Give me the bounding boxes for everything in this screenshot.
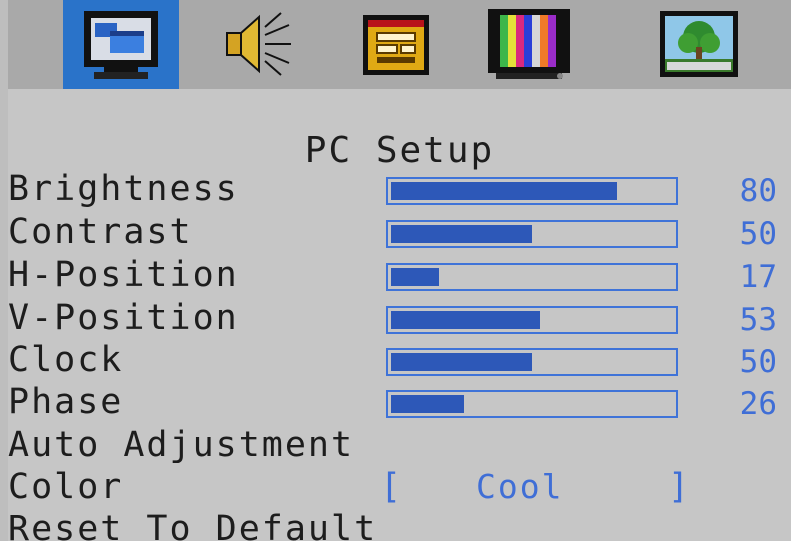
phase-value: 26 <box>739 386 777 422</box>
brightness-label[interactable]: Brightness <box>8 169 239 209</box>
phase-slider[interactable] <box>386 390 678 418</box>
contrast-slider-fill <box>391 225 532 243</box>
pc-setup-panel: PC Setup Brightness 80 Contrast 50 H-Pos… <box>8 89 791 541</box>
color-value[interactable]: Cool <box>476 467 563 507</box>
h-position-slider-fill <box>391 268 439 286</box>
phase-slider-fill <box>391 395 464 413</box>
v-position-slider[interactable] <box>386 306 678 334</box>
reset-to-default-item[interactable]: Reset To Default <box>8 509 377 541</box>
h-position-slider[interactable] <box>386 263 678 291</box>
page-title: PC Setup <box>304 130 495 171</box>
clock-value: 50 <box>739 344 777 380</box>
v-position-slider-fill <box>391 311 540 329</box>
contrast-value: 50 <box>739 216 777 252</box>
tab-audio[interactable] <box>198 0 314 89</box>
h-position-label[interactable]: H-Position <box>8 255 239 295</box>
brightness-value: 80 <box>739 173 777 209</box>
tab-osd-settings[interactable] <box>338 0 454 89</box>
settings-panel-icon <box>363 14 429 75</box>
osd-menu: PC Setup Brightness 80 Contrast 50 H-Pos… <box>0 0 791 541</box>
clock-label[interactable]: Clock <box>8 340 123 380</box>
speaker-icon <box>226 11 291 76</box>
color-bracket-close: ] <box>668 467 690 507</box>
h-position-value: 17 <box>739 259 777 295</box>
brightness-slider-fill <box>391 182 617 200</box>
tab-color[interactable] <box>471 0 587 89</box>
phase-label[interactable]: Phase <box>8 382 123 422</box>
clock-slider-fill <box>391 353 532 371</box>
picture-tree-icon <box>660 10 738 77</box>
contrast-label[interactable]: Contrast <box>8 212 193 252</box>
monitor-icon <box>84 10 158 79</box>
color-label[interactable]: Color <box>8 467 123 507</box>
clock-slider[interactable] <box>386 348 678 376</box>
v-position-label[interactable]: V-Position <box>8 298 239 338</box>
contrast-slider[interactable] <box>386 220 678 248</box>
auto-adjustment-item[interactable]: Auto Adjustment <box>8 425 354 465</box>
brightness-slider[interactable] <box>386 177 678 205</box>
color-bracket-open: [ <box>380 467 402 507</box>
color-bars-icon <box>488 8 570 79</box>
v-position-value: 53 <box>739 302 777 338</box>
tab-pc-setup[interactable] <box>63 0 179 89</box>
tab-picture[interactable] <box>641 0 757 89</box>
menu-tab-bar <box>8 0 791 89</box>
